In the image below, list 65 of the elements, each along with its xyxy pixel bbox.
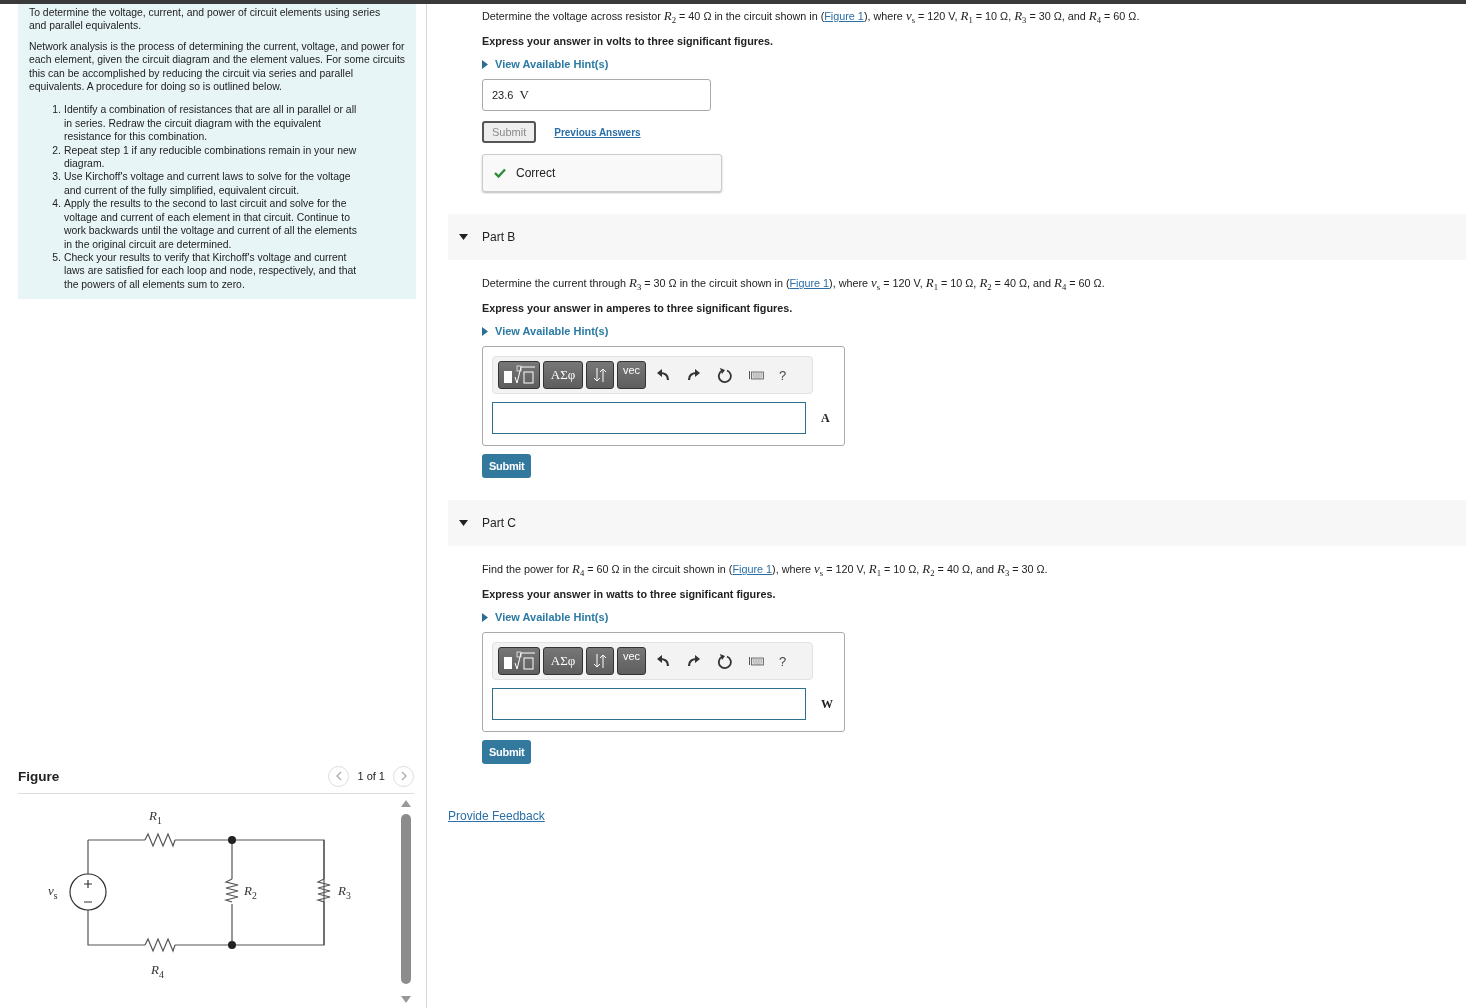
part-header[interactable]: Part B [448,214,1466,261]
component-label: v$_{s}$ [48,883,58,901]
question-text: Determine the current through R$_{3}$ = 30 Ω in the circuit shown in (Figure 1), where v$_{s}$ = 120 V, R$_{1}$ = 10 Ω, R$_{2}$ = 40 Ω, and R$_{4}$ = 60 Ω. [482,276,1106,295]
answer-input[interactable] [492,688,806,721]
arrows-button[interactable] [586,647,614,676]
vector-button[interactable]: vec [617,361,646,390]
instruction-text: Express your answer in amperes to three significant figures. [482,302,794,315]
part-title: Part B [482,230,516,245]
reset-icon [717,653,733,670]
help-button[interactable]: ? [773,367,793,383]
unit-label: A [821,410,830,426]
reset-icon [717,367,733,384]
up-down-arrows-icon [593,653,607,670]
answer-field[interactable]: 23.6 V [482,79,711,112]
question-text: Find the power for R$_{4}$ = 60 Ω in the circuit shown in (Figure 1), where v$_{s}$ = 120 V, R$_{1}$ = 10 Ω, R$_{2}$ = 40 Ω, and R$_{3}$ = 30 Ω. [482,562,1049,581]
step-number: 2. [51,143,61,158]
instruction-text: Express your answer in watts to three significant figures. [482,588,777,601]
instruction-text: Express your answer in volts to three significant figures. [482,35,774,48]
help-button[interactable]: ? [773,653,793,669]
feedback-link[interactable]: Provide Feedback [448,809,545,824]
step-text: Apply the results to the second to last circuit and solve for the voltage and current of each element in that circuit. Continue to work backwards until the voltage and current of all the elements in the original circuit are determined. [64,197,358,251]
checkmark-icon [494,168,506,179]
template-button[interactable] [498,647,540,676]
step-text: Use Kirchoff's voltage and current laws to solve for the voltage and current of the fully simplified, equivalent circuit. [64,170,352,198]
answer-input[interactable] [492,402,806,435]
hint-toggle[interactable]: View Available Hint(s) [482,611,609,624]
intro-text: and parallel equivalents. [29,19,143,33]
vector-button[interactable]: vec [617,647,646,676]
greek-button[interactable]: ΑΣφ [543,647,583,676]
component-label: R$_{1}$ [149,808,162,826]
hint-toggle[interactable]: View Available Hint(s) [482,325,609,338]
figure-link[interactable]: Figure 1 [789,277,830,290]
step-text: Identify a combination of resistances that are all in parallel or all in series. Redraw the circuit diagram with the equivalent resistance for this combination. [64,103,358,144]
chevron-left-icon [334,771,343,781]
figure-link[interactable]: Figure 1 [824,10,864,22]
part-header[interactable]: Part C [448,500,1466,547]
fraction-root-icon [503,365,535,386]
page-counter: 1 of 1 [357,770,385,782]
component-label: R$_{3}$ [338,883,351,901]
fraction-root-icon [503,651,535,672]
part-title: Part C [482,516,516,531]
component-label: R$_{2}$ [244,883,257,901]
submit-button[interactable]: Submit [482,740,532,765]
step-number: 3. [51,170,61,185]
up-down-arrows-icon [593,367,607,384]
step-text: Repeat step 1 if any reducible combinations remain in your new diagram. [64,143,358,171]
unit-label: W [821,696,833,712]
previous-answers-link[interactable]: Previous Answers [554,126,641,138]
component-label: R$_{4}$ [151,962,164,980]
figure-link[interactable]: Figure 1 [732,563,773,576]
chevron-right-icon [399,771,408,781]
question-text: Determine the voltage across resistor R$_{2}$ = 40 Ω in the circuit shown in (Figure 1), where v$_{s}$ = 120 V, R$_{1}$ = 10 Ω, R$_{3}$ = 30 Ω, and R$_{4}$ = 60 Ω. [482,9,1141,28]
step-number: 5. [51,250,61,265]
arrows-button[interactable] [586,361,614,390]
intro-text: To determine the voltage, current, and power of circuit elements using series [29,7,381,18]
hint-toggle[interactable]: View Available Hint(s) [482,58,609,71]
greek-button[interactable]: ΑΣφ [543,361,583,390]
step-number: 4. [51,197,61,212]
feedback-text: Correct [516,166,556,181]
step-text: Check your results to verify that Kirchoff's voltage and current laws are satisfied for each loop and node, respectively, and that the powers of all elements sum to zero. [64,250,358,292]
submit-button[interactable]: Submit [482,454,532,479]
figure-title: Figure [18,768,60,784]
template-button[interactable] [498,361,540,390]
intro-paragraph: Network analysis is the process of determining the current, voltage, and power for each element, given the circuit diagram and the element values. For some circuits this can be accomplished by reducing the circuit via series and parallel equivalents. A procedure for doing so is outlined below. [29,39,406,94]
step-number: 1. [51,103,61,118]
